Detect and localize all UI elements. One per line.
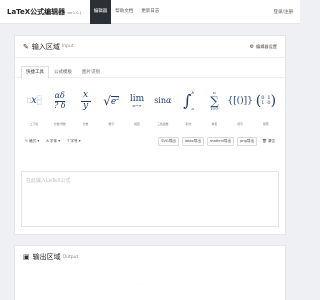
input-subtitle: Input [61,44,74,49]
brackets-icon: {[()]} [227,95,253,106]
sin-icon: sinα [154,96,172,105]
app-logo[interactable]: LaTeX公式编辑器 ver1.0.1 [7,7,82,17]
fraction-icon: xy [80,89,91,112]
symbol-caption: 上下标 [29,122,39,126]
input-title: 输入区域 [31,42,60,51]
mathml-export-button[interactable]: mathml导出 [206,136,235,146]
image-icon: ▣ [23,253,30,261]
tab-quick-tools[interactable]: 快捷工具 [21,66,49,79]
tab-image-recognition[interactable]: 图片识别 [77,66,105,78]
size-button[interactable]: T 字号 ▾ [65,138,82,145]
font-button[interactable]: A 字体 ▾ [44,138,62,145]
loading-indicator: · · · · [133,282,149,287]
symbol-caption: 求和 [211,122,218,126]
output-title: 输出区域 [32,253,61,261]
symbol-sqrt[interactable]: √ e2 根号 [100,82,122,132]
symbol-trig[interactable]: sinα 三角函数 [152,82,174,132]
settings-label: 编辑器设置 [256,43,277,49]
limit-icon: lim n→∞ [129,93,145,108]
superscript-subscript-icon: ⬚ x ⬚ ⬚ [26,95,42,106]
main-nav: 编辑器 帮助文档 更新日志 [89,0,164,24]
fraction-derivative-icon: αδ? δ [53,90,66,111]
clear-button[interactable]: 🗑 清空 [260,138,277,145]
symbol-caption: 矩阵 [263,122,269,126]
output-panel: ▣ 输出区域 Output · · · · [14,245,286,300]
format-button[interactable]: ✎ 格式 ▾ [23,138,41,145]
input-tabs: 快捷工具 公式模板 图片识别 [15,58,285,79]
integral-icon: ∫ b a [183,90,195,111]
matrix-icon: (0 1 1 0) [255,93,277,109]
login-link[interactable]: 登录/注册 [273,9,293,15]
editor-settings-button[interactable]: ⚙ 编辑器设置 [250,44,277,50]
symbol-fraction[interactable]: xy 分数 [75,82,97,132]
input-panel: ✎ 输入区域 Input ⚙ 编辑器设置 快捷工具 公式模板 图片识别 ⬚ x ⬚ ⬚… [14,35,286,235]
nav-help[interactable]: 帮助文档 [111,0,137,24]
symbol-caption: 分数/导数 [53,122,66,126]
symbol-derivative[interactable]: αδ? δ 分数/导数 [49,82,71,132]
top-navbar: LaTeX公式编辑器 ver1.0.1 编辑器 帮助文档 更新日志 登录/注册 [0,0,300,24]
tab-templates[interactable]: 公式模板 [49,66,77,78]
symbol-integral[interactable]: ∫ b a 积分 [178,82,200,132]
symbol-caption: 极限 [134,122,140,126]
symbol-brackets[interactable]: {[()]} 括号 [227,82,253,132]
editor-placeholder: 在此输入LaTeX公式 [26,178,71,184]
latex-editor[interactable]: 在此输入LaTeX公式 [21,171,279,227]
symbol-matrix[interactable]: (0 1 1 0) 矩阵 [255,82,277,132]
output-subtitle: Output [62,254,79,260]
nav-editor[interactable]: 编辑器 [89,0,112,24]
symbol-palette: ⬚ x ⬚ ⬚ 上下标 αδ? δ 分数/导数 xy 分数 √ e2 根号 lim n→∞… [15,78,285,132]
gear-icon: ⚙ [249,43,255,50]
latex-export-button[interactable]: latex导出 [181,136,204,146]
editor-toolbar: ✎ 格式 ▾ A 字体 ▾ T 字号 ▾ SVG导出 latex导出 mathm… [15,132,285,150]
output-panel-header: ▣ 输出区域 Output [15,246,285,268]
edit-icon: ✎ [23,42,29,51]
symbol-limit[interactable]: lim n→∞ 极限 [126,82,148,132]
input-panel-header: ✎ 输入区域 Input ⚙ 编辑器设置 [15,36,285,58]
symbol-sum[interactable]: n ∑ i=0 求和 [203,82,225,132]
symbol-caption: 分数 [82,122,89,126]
symbol-caption: 三角函数 [157,122,169,126]
symbol-caption: 积分 [185,122,192,126]
version-label: ver1.0.1 [67,10,82,15]
sqrt-icon: √ e2 [103,94,120,108]
svg-export-button[interactable]: SVG导出 [158,136,179,146]
symbol-superscript[interactable]: ⬚ x ⬚ ⬚ 上下标 [23,82,45,132]
sum-icon: n ∑ i=0 [210,90,219,111]
png-export-button[interactable]: png导出 [237,136,258,146]
nav-changelog[interactable]: 更新日志 [137,0,163,24]
symbol-caption: 括号 [237,122,243,126]
symbol-caption: 根号 [108,122,115,126]
